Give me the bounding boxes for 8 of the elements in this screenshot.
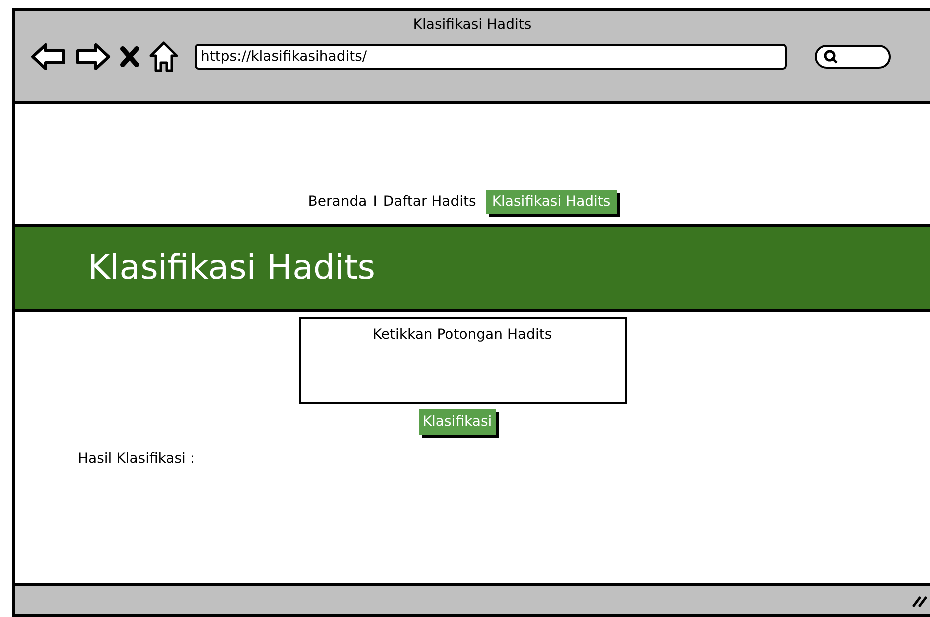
- nav-link[interactable]: Beranda: [308, 194, 368, 210]
- address-bar[interactable]: https://klasifikasihadits/: [195, 44, 787, 70]
- result-label: Hasil Klasifikasi :: [78, 451, 196, 467]
- text-input-field[interactable]: Ketikkan Potongan Hadits: [298, 317, 626, 404]
- page-heading: Klasifikasi Hadits: [88, 248, 376, 288]
- nav-link[interactable]: Daftar Hadits: [383, 194, 476, 210]
- nav-separator: I: [373, 194, 378, 210]
- window-title: Klasifikasi Hadits: [413, 17, 532, 33]
